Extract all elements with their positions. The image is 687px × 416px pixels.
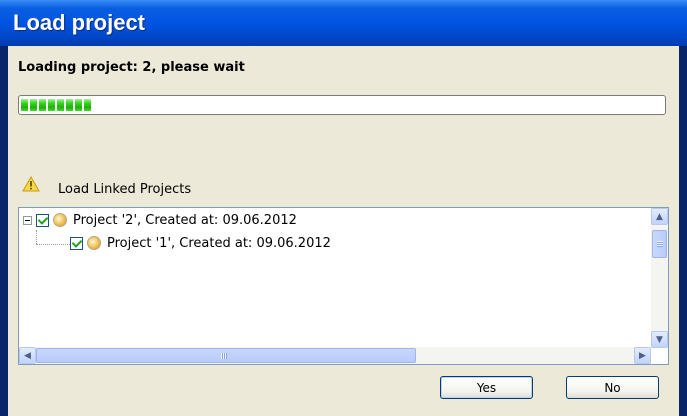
tree-node-label: Project '1', Created at: 09.06.2012 <box>107 235 331 251</box>
tree-connector <box>36 244 70 246</box>
no-button[interactable]: No <box>566 376 659 399</box>
project-2-checkbox[interactable] <box>36 213 49 227</box>
tree-node-label: Project '2', Created at: 09.06.2012 <box>73 212 297 228</box>
window-title: Load project <box>13 10 146 35</box>
loading-status-text: Loading project: 2, please wait <box>18 60 245 75</box>
scroll-left-button[interactable]: ◀ <box>19 347 36 364</box>
progress-segment <box>57 99 64 111</box>
progress-bar <box>18 95 666 115</box>
tree-node-project-1[interactable]: Project '1', Created at: 09.06.2012 <box>70 234 331 252</box>
tree-connector <box>36 230 38 244</box>
yes-button[interactable]: Yes <box>440 376 533 399</box>
progress-segment <box>75 99 82 111</box>
progress-segment <box>84 99 91 111</box>
scroll-right-button[interactable]: ▶ <box>634 347 651 364</box>
progress-segment <box>48 99 55 111</box>
vertical-scroll-thumb[interactable] <box>652 230 667 258</box>
tree-node-project-2[interactable]: Project '2', Created at: 09.06.2012 <box>23 211 297 229</box>
project-icon <box>87 236 101 250</box>
warning-icon <box>22 176 40 192</box>
project-1-checkbox[interactable] <box>70 236 83 250</box>
progress-fill <box>21 98 663 112</box>
horizontal-scroll-thumb[interactable] <box>36 348 416 363</box>
project-icon <box>53 213 67 227</box>
grip-icon <box>657 241 663 247</box>
progress-segment <box>30 99 37 111</box>
vertical-scrollbar[interactable]: ▲ ▼ <box>651 208 668 348</box>
grip-icon <box>221 353 227 359</box>
scroll-down-button[interactable]: ▼ <box>651 331 668 348</box>
progress-segment <box>39 99 46 111</box>
linked-projects-label: Load Linked Projects <box>58 182 192 197</box>
collapse-toggle-icon[interactable] <box>23 215 32 225</box>
dialog-body: Loading project: 2, please wait Load Lin… <box>8 46 679 416</box>
linked-projects-tree[interactable]: Project '2', Created at: 09.06.2012 Proj… <box>18 207 669 365</box>
progress-segment <box>21 99 28 111</box>
horizontal-scrollbar[interactable]: ◀ ▶ <box>19 347 651 364</box>
scroll-up-button[interactable]: ▲ <box>651 208 668 225</box>
title-bar: Load project <box>0 0 687 46</box>
progress-segment <box>66 99 73 111</box>
